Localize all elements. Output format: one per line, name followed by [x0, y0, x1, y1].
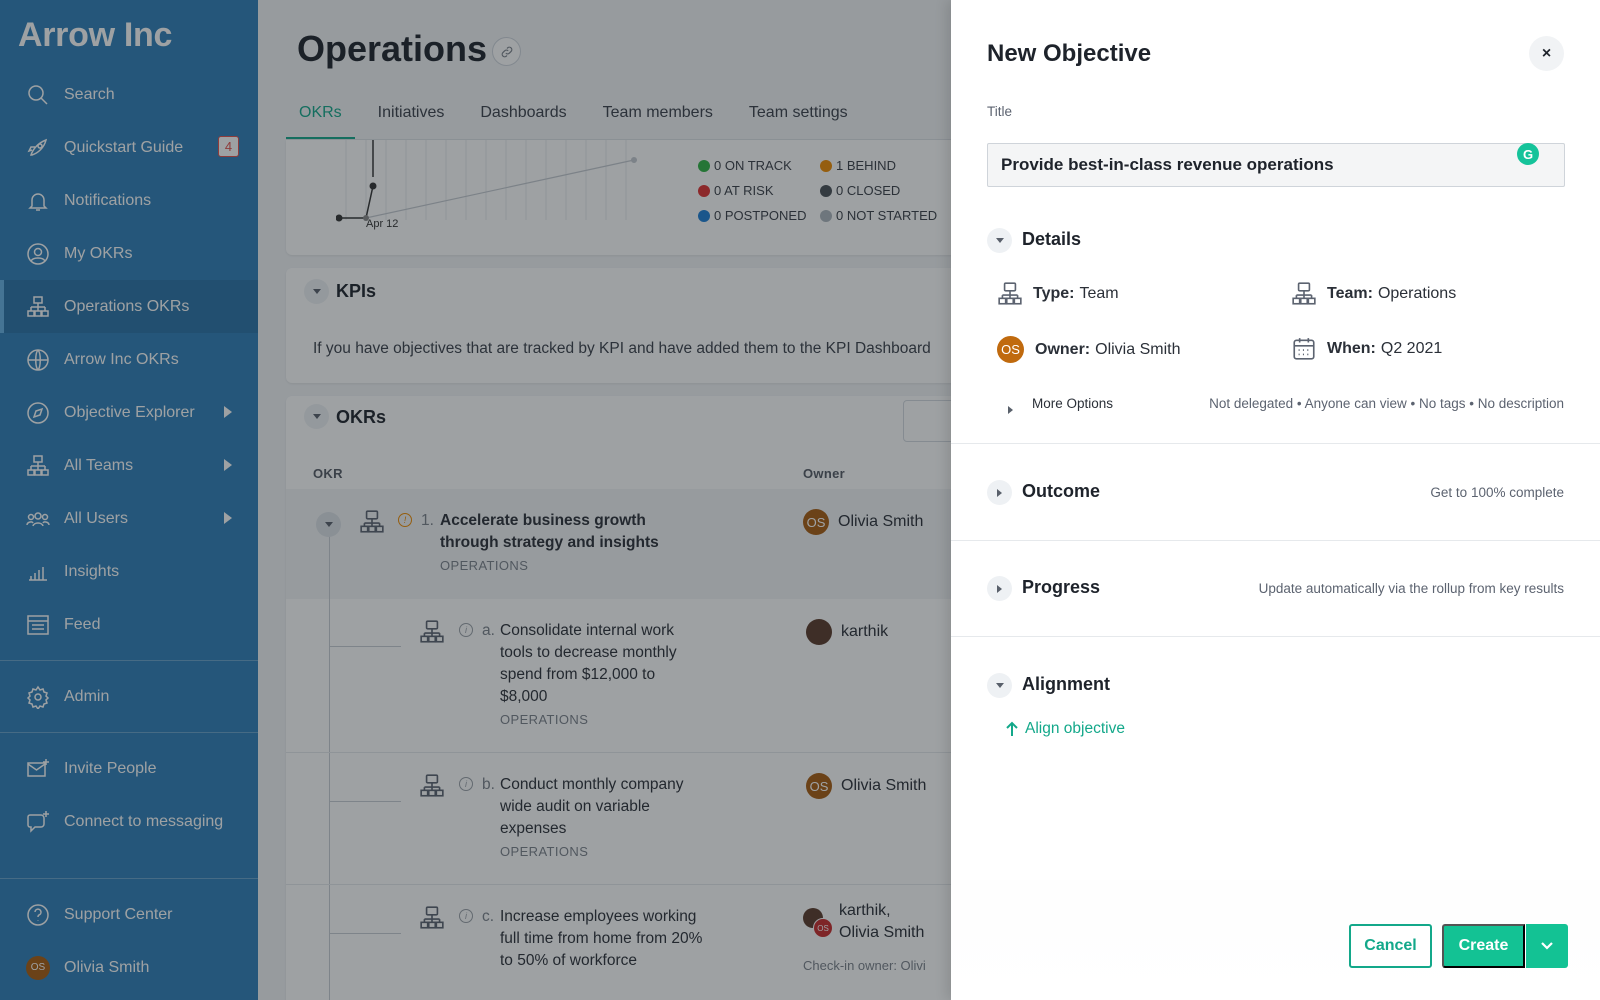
team-value: Operations	[1377, 285, 1457, 302]
title-label: Title	[987, 104, 1013, 119]
owner-label: Owner:	[1035, 340, 1091, 358]
progress-heading[interactable]: Progress	[1022, 577, 1100, 598]
chevron-down-icon	[995, 238, 1004, 243]
org-chart-icon	[1292, 282, 1316, 305]
section-divider	[951, 636, 1600, 637]
calendar-icon	[1293, 338, 1315, 360]
chevron-right-icon	[997, 584, 1002, 593]
more-options-label[interactable]: More Options	[1032, 396, 1113, 411]
when-label: When:	[1327, 340, 1376, 357]
panel-title: New Objective	[987, 40, 1152, 67]
modal-overlay[interactable]	[0, 0, 951, 1000]
chevron-right-icon	[1008, 406, 1013, 414]
team-field[interactable]: Team: Operations	[1291, 281, 1456, 307]
chevron-down-icon	[995, 683, 1004, 688]
button-divider	[1525, 928, 1526, 964]
expand-progress-button[interactable]	[987, 576, 1012, 601]
align-objective-link[interactable]: Align objective	[1005, 720, 1125, 738]
chevron-right-icon	[997, 488, 1002, 497]
type-value: Team	[1079, 285, 1119, 302]
owner-value: Olivia Smith	[1095, 340, 1181, 358]
progress-summary: Update automatically via the rollup from…	[1258, 581, 1564, 596]
owner-field[interactable]: OS Owner: Olivia Smith	[997, 336, 1180, 363]
collapse-details-button[interactable]	[987, 228, 1012, 253]
details-heading: Details	[1022, 229, 1082, 249]
arrow-up-icon	[1006, 721, 1018, 736]
collapse-alignment-button[interactable]	[987, 673, 1012, 698]
avatar: OS	[997, 336, 1024, 363]
when-value: Q2 2021	[1380, 340, 1443, 357]
more-options-toggle[interactable]	[1008, 401, 1013, 419]
type-label: Type:	[1033, 285, 1075, 302]
cancel-button[interactable]: Cancel	[1349, 924, 1432, 968]
new-objective-panel: New Objective × Title G Details Type: Te…	[951, 0, 1600, 1000]
more-options-summary: Not delegated • Anyone can view • No tag…	[1209, 396, 1564, 411]
close-button[interactable]: ×	[1529, 36, 1564, 71]
grammarly-icon[interactable]: G	[1517, 143, 1539, 165]
chevron-down-icon	[1541, 942, 1553, 950]
align-objective-label: Align objective	[1025, 720, 1125, 737]
outcome-summary: Get to 100% complete	[1430, 485, 1564, 500]
outcome-heading[interactable]: Outcome	[1022, 481, 1100, 502]
objective-title-input[interactable]	[987, 143, 1565, 187]
alignment-heading: Alignment	[1022, 674, 1110, 694]
type-field[interactable]: Type: Team	[997, 281, 1119, 307]
org-chart-icon	[998, 282, 1022, 305]
when-field[interactable]: When: Q2 2021	[1291, 336, 1442, 362]
section-divider	[951, 443, 1600, 444]
expand-outcome-button[interactable]	[987, 480, 1012, 505]
create-options-dropdown[interactable]	[1526, 924, 1568, 968]
section-divider	[951, 540, 1600, 541]
create-button[interactable]: Create	[1442, 924, 1525, 968]
team-label: Team:	[1327, 285, 1373, 302]
